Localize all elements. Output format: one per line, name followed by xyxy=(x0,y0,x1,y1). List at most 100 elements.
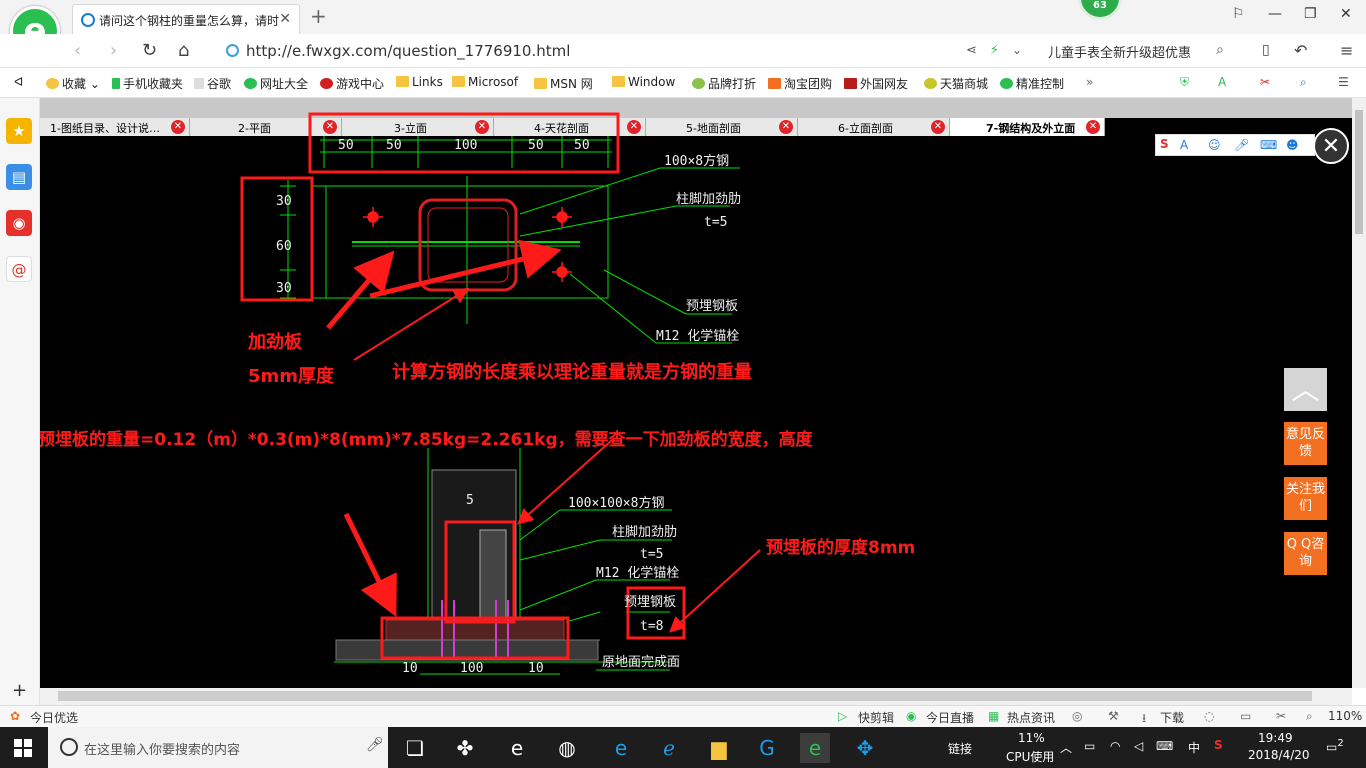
scissors-icon[interactable]: ✂ xyxy=(1260,75,1270,89)
sogou-tray-icon[interactable]: S xyxy=(1214,738,1223,752)
screenshot-icon[interactable]: ✂ xyxy=(1276,709,1286,723)
mic-icon[interactable]: 🎤︎ xyxy=(366,737,384,753)
move-app-icon[interactable]: ✥ xyxy=(850,733,880,763)
speed-icon[interactable]: ◎ xyxy=(1072,709,1082,723)
bookmark-tmall[interactable]: 天猫商城 xyxy=(924,75,988,92)
menu-icon[interactable]: ≡ xyxy=(1340,41,1353,60)
status-download[interactable]: 下载 xyxy=(1160,709,1184,726)
clock-time[interactable]: 19:49 xyxy=(1258,731,1293,745)
emoji-icon[interactable]: ☺ xyxy=(1208,138,1221,152)
status-news[interactable]: 热点资讯 xyxy=(1007,709,1055,726)
translate-icon[interactable]: A xyxy=(1218,75,1226,89)
keyboard-icon[interactable]: ⌨ xyxy=(1156,739,1173,753)
fan-app-icon[interactable]: ✤ xyxy=(450,733,480,763)
ad-text[interactable]: 儿童手表全新升级超优惠 xyxy=(1048,42,1191,61)
star-icon[interactable]: ★ xyxy=(6,118,32,144)
notification-badge[interactable]: 63 xyxy=(1078,0,1122,20)
today-picks[interactable]: 今日优选 xyxy=(30,709,78,726)
file-explorer-icon[interactable]: ▆ xyxy=(704,733,734,763)
collapse-icon[interactable]: ᐊ xyxy=(14,75,23,89)
window-icon[interactable]: ▭ xyxy=(1240,709,1251,723)
bookmark-taobao[interactable]: 淘宝团购 xyxy=(768,75,832,92)
refresh-icon[interactable]: ↻ xyxy=(142,40,157,61)
annotation-stiffener-thickness: 5mm厚度 xyxy=(248,365,335,387)
close-window-button[interactable]: ✕ xyxy=(1340,6,1352,22)
zoom-level[interactable]: 110% xyxy=(1328,709,1362,723)
new-tab-button[interactable]: + xyxy=(310,4,327,28)
add-sidebar-icon[interactable]: + xyxy=(12,680,27,701)
ime-toolbar[interactable]: S A ☺ 🎤︎ ⌨ ☻ xyxy=(1155,134,1315,156)
undo-icon[interactable]: ↶ xyxy=(1294,41,1307,60)
g-app-icon[interactable]: G xyxy=(752,733,782,763)
notification-icon[interactable]: ▭2 xyxy=(1326,738,1344,754)
ie-icon[interactable]: ℯ xyxy=(654,733,684,763)
scroll-thumb[interactable] xyxy=(1355,110,1363,234)
bookmark-microsoft[interactable]: Microsof xyxy=(452,75,518,89)
ime-indicator[interactable]: 中 xyxy=(1188,739,1200,756)
home-icon[interactable]: ⌂ xyxy=(178,40,189,61)
bookmark-msn[interactable]: MSN 网 xyxy=(534,75,593,92)
chevron-down-icon[interactable]: ⌄ xyxy=(1012,43,1022,57)
feedback-button[interactable]: 意见反馈 xyxy=(1284,422,1327,465)
news-icon[interactable]: ▤ xyxy=(6,164,32,190)
swirl-app-icon[interactable]: ◍ xyxy=(552,733,582,763)
list-icon[interactable]: ☰ xyxy=(1338,75,1349,89)
phone-icon[interactable]: ▯ xyxy=(1262,42,1270,58)
restore-button[interactable]: ❐ xyxy=(1304,6,1317,22)
weibo-icon[interactable]: ◉ xyxy=(6,210,32,236)
qq-button[interactable]: Q Q咨询 xyxy=(1284,532,1327,575)
tools-icon[interactable]: ⚒ xyxy=(1108,709,1119,723)
find-icon[interactable]: ⌕ xyxy=(1300,75,1307,90)
volume-icon[interactable]: ◌ xyxy=(1204,709,1214,723)
lightning-icon[interactable]: ⚡ xyxy=(990,43,999,58)
clock-date[interactable]: 2018/4/20 xyxy=(1248,748,1310,762)
follow-button[interactable]: 关注我们 xyxy=(1284,477,1327,520)
mic-icon[interactable]: 🎤︎ xyxy=(1234,138,1249,152)
bookmark-mobile[interactable]: 手机收藏夹 xyxy=(112,75,183,92)
forward-button[interactable]: › xyxy=(110,40,117,61)
search-icon[interactable]: ⌕ xyxy=(1216,42,1224,58)
sogou-icon[interactable]: S xyxy=(1160,137,1169,151)
bookmark-games[interactable]: 游戏中心 xyxy=(320,75,384,92)
horizontal-scrollbar[interactable] xyxy=(40,688,1352,705)
more-bookmarks-icon[interactable]: » xyxy=(1086,75,1093,89)
scroll-thumb[interactable] xyxy=(58,691,1312,701)
bookmark-windows[interactable]: Window xyxy=(612,75,675,89)
status-quickcut[interactable]: 快剪辑 xyxy=(858,709,894,726)
bookmark-sites[interactable]: 网址大全 xyxy=(244,75,308,92)
user-icon[interactable]: ☻ xyxy=(1286,138,1299,152)
ie-browser-icon[interactable]: e xyxy=(502,733,532,763)
windows-start-icon[interactable] xyxy=(14,739,32,757)
links-label[interactable]: 链接 xyxy=(948,740,972,757)
dim-bottom-2: 100 xyxy=(460,661,483,676)
edge-icon[interactable]: e xyxy=(606,733,636,763)
wifi-icon[interactable]: ◠ xyxy=(1110,739,1120,753)
bookmark-links[interactable]: Links xyxy=(396,75,443,89)
status-live[interactable]: 今日直播 xyxy=(926,709,974,726)
bookmark-foreign[interactable]: 外国网友 xyxy=(844,75,908,92)
vertical-scrollbar[interactable] xyxy=(1352,98,1366,688)
task-view-icon[interactable]: ❏ xyxy=(400,733,430,763)
volume-icon[interactable]: ◁ xyxy=(1134,739,1143,753)
bookmark-favorites[interactable]: 收藏 ⌄ xyxy=(46,75,100,92)
keyboard-icon[interactable]: ⌨ xyxy=(1260,138,1277,152)
shield-icon[interactable]: ⛨ xyxy=(1180,75,1189,90)
tray-expand-icon[interactable]: ︿ xyxy=(1060,739,1072,756)
url-field[interactable]: http://e.fwxgx.com/question_1776910.html xyxy=(226,39,1006,63)
bookmark-brand[interactable]: 品牌打折 xyxy=(692,75,756,92)
back-button[interactable]: ‹ xyxy=(74,40,81,61)
back-to-top-button[interactable]: ︿ xyxy=(1284,368,1327,411)
bookmark-google[interactable]: 谷歌 xyxy=(194,75,231,92)
mail-icon[interactable]: @ xyxy=(6,256,32,282)
share-icon[interactable]: ⋖ xyxy=(966,43,977,58)
bookmark-precise[interactable]: 精准控制 xyxy=(1000,75,1064,92)
minimize-button[interactable]: — xyxy=(1268,6,1282,22)
shirt-icon[interactable]: ⚐ xyxy=(1232,6,1245,22)
battery-icon[interactable]: ▭ xyxy=(1084,739,1095,753)
close-tab-icon[interactable]: ✕ xyxy=(279,11,291,27)
ime-mode-icon[interactable]: A xyxy=(1180,138,1188,152)
360-browser-icon[interactable]: e xyxy=(800,733,830,763)
tab-question[interactable]: 请问这个钢柱的重量怎么算，请时 ✕ xyxy=(72,4,300,34)
taskbar-search[interactable]: 在这里输入你要搜索的内容 🎤︎ xyxy=(48,727,388,768)
close-viewer-button[interactable]: ✕ xyxy=(1313,128,1349,164)
